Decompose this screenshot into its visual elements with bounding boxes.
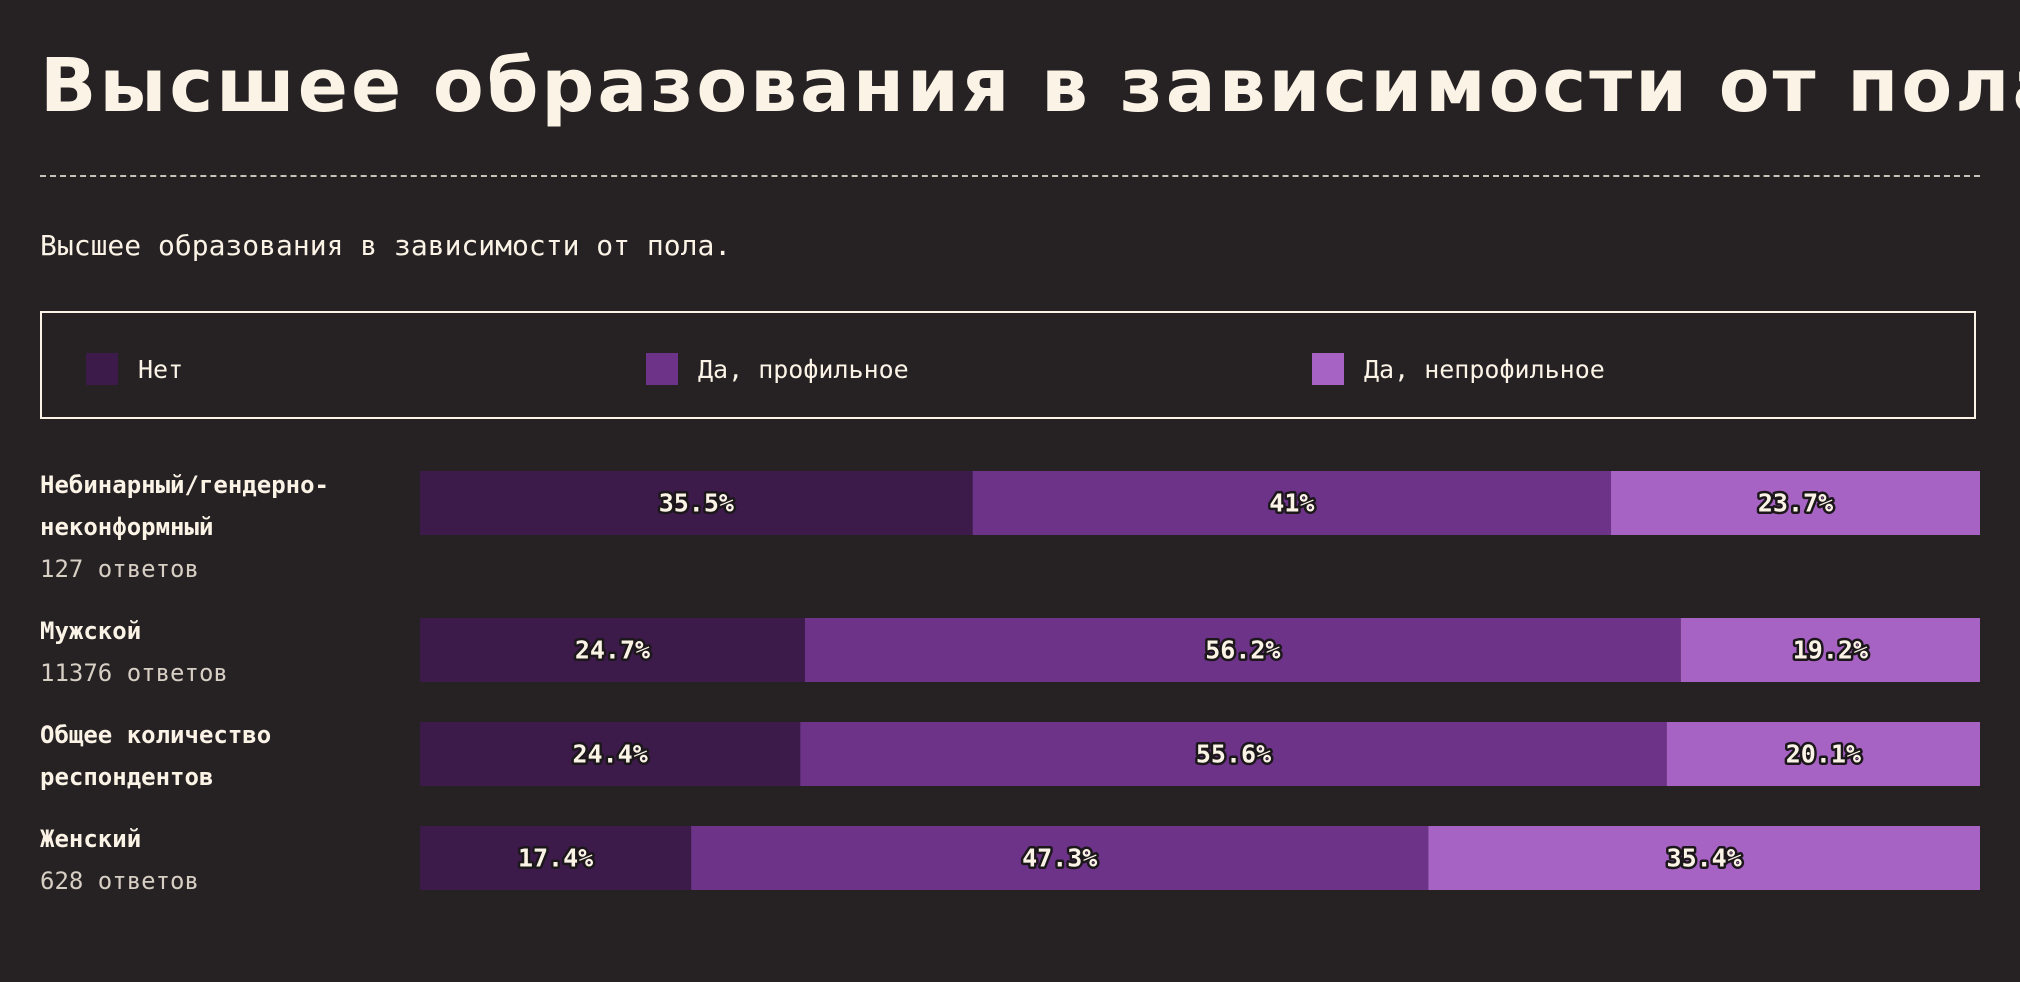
- bar-value-label: 20.1%: [1786, 740, 1861, 769]
- bar-value-label: 35.4%: [1667, 844, 1742, 873]
- bar-value-label: 24.4%: [572, 740, 647, 769]
- bar-value-label: 19.2%: [1793, 636, 1868, 665]
- bar-value-label: 35.5%: [659, 489, 734, 518]
- bar-value-label: 47.3%: [1022, 844, 1097, 873]
- bar-value-label: 56.2%: [1205, 636, 1280, 665]
- bar-value-label: 55.6%: [1196, 740, 1271, 769]
- bar-value-label: 17.4%: [518, 844, 593, 873]
- bar-value-label: 24.7%: [575, 636, 650, 665]
- stacked-bar-chart: 35.5% 41% 23.7% 24.7% 56.2% 19.2% 24.4% 55.6% 20…: [420, 471, 1980, 890]
- bar-value-label: 41%: [1269, 489, 1314, 518]
- bar-value-label: 23.7%: [1758, 489, 1833, 518]
